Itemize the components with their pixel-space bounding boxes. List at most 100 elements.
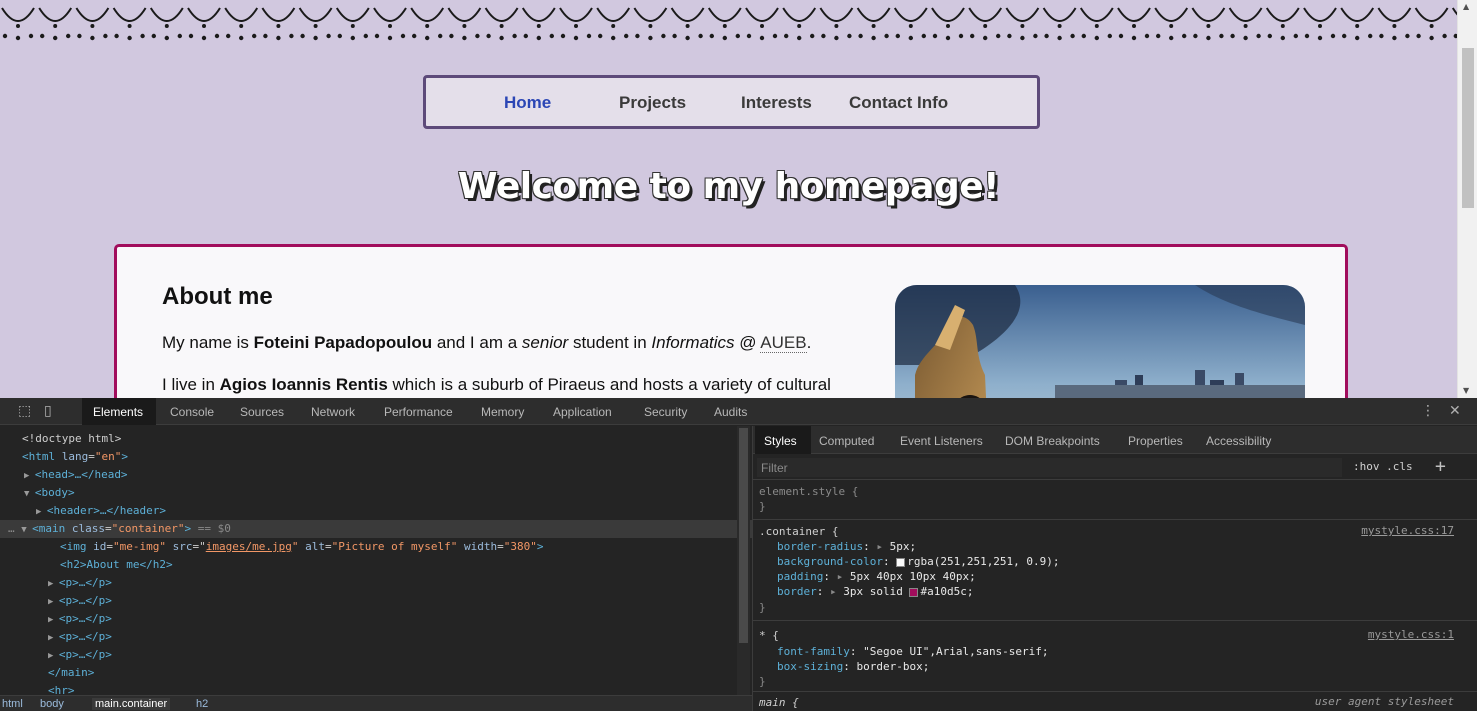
tab-security[interactable]: Security — [644, 405, 687, 419]
page-scrollbar[interactable]: ▲ ▼ — [1457, 0, 1477, 398]
dom-node-main[interactable]: … ▼ <main class="container"> == $0 — [8, 520, 231, 538]
color-swatch-icon[interactable] — [896, 557, 906, 567]
styles-filter-input[interactable] — [757, 458, 1342, 477]
scallop-arc — [1265, 7, 1300, 22]
dom-node-header[interactable]: ▶ <header>…</header> — [36, 502, 166, 520]
breadcrumb-body[interactable]: body — [40, 698, 64, 710]
decl-box-sizing[interactable]: box-sizing: border-box; — [777, 659, 929, 674]
scroll-down-arrow-icon[interactable]: ▼ — [1463, 386, 1469, 395]
decl-font-family[interactable]: font-family: "Segoe UI",Arial,sans-serif… — [777, 644, 1049, 659]
scallop-dot — [709, 33, 714, 39]
expand-triangle-icon[interactable]: ▸ — [830, 585, 837, 598]
decl-padding[interactable]: padding: ▸ 5px 40px 10px 40px; — [777, 569, 976, 584]
tab-dom-breakpoints[interactable]: DOM Breakpoints — [1005, 434, 1100, 448]
scallop-arc — [75, 7, 110, 22]
scallop-dot — [1416, 33, 1421, 39]
elements-scrollbar[interactable] — [737, 426, 750, 696]
breadcrumb-main-container[interactable]: main.container — [92, 698, 171, 710]
tab-computed[interactable]: Computed — [819, 434, 874, 448]
scallop-dot — [847, 33, 852, 39]
decl-border[interactable]: border: ▸ 3px solid #a10d5c; — [777, 584, 973, 599]
collapse-triangle-icon[interactable]: ▼ — [21, 525, 32, 535]
tab-application[interactable]: Application — [553, 405, 612, 419]
expand-triangle-icon[interactable]: ▸ — [837, 570, 844, 583]
dom-node-main-close[interactable]: </main> — [48, 664, 94, 682]
selector-main[interactable]: main { — [759, 695, 799, 710]
expand-triangle-icon[interactable]: ▶ — [48, 615, 59, 625]
expand-triangle-icon[interactable]: ▶ — [48, 651, 59, 661]
collapse-triangle-icon[interactable]: ▼ — [24, 489, 35, 499]
selector-element-style[interactable]: element.style { — [759, 484, 858, 499]
nav-link-home[interactable]: Home — [504, 93, 551, 113]
dom-node-head[interactable]: ▶ <head>…</head> — [24, 466, 128, 484]
tab-audits[interactable]: Audits — [714, 405, 747, 419]
more-options-icon[interactable]: ⋮ — [1421, 403, 1435, 419]
dom-node-p[interactable]: ▶ <p>…</p> — [48, 592, 112, 610]
nav-link-projects[interactable]: Projects — [619, 93, 686, 113]
tab-accessibility[interactable]: Accessibility — [1206, 434, 1271, 448]
close-icon[interactable]: ✕ — [1449, 403, 1461, 419]
scallop-dot — [90, 35, 95, 41]
source-link-mystyle-17[interactable]: mystyle.css:17 — [1361, 524, 1454, 537]
elements-scrollbar-thumb[interactable] — [739, 428, 748, 643]
dom-node-p[interactable]: ▶ <p>…</p> — [48, 628, 112, 646]
selector-universal[interactable]: * { — [759, 628, 779, 643]
dom-node-html[interactable]: <html lang="en"> — [22, 448, 128, 466]
scallop-dot — [202, 24, 206, 28]
tab-memory[interactable]: Memory — [481, 405, 524, 419]
dom-node-h2[interactable]: <h2>About me</h2> — [60, 556, 173, 574]
scallop-dot — [1132, 24, 1136, 28]
closing-brace: } — [759, 675, 766, 688]
scallop-dot — [1020, 24, 1025, 28]
tab-console[interactable]: Console — [170, 405, 214, 419]
tab-styles[interactable]: Styles — [764, 434, 797, 448]
dom-node-hr[interactable]: <hr> — [48, 682, 75, 696]
img-src-link[interactable]: images/me.jpg — [206, 540, 292, 553]
scallop-dot — [1317, 35, 1323, 41]
attr-name: id — [93, 540, 107, 553]
tab-sources[interactable]: Sources — [240, 405, 284, 419]
expand-triangle-icon[interactable]: ▶ — [48, 597, 59, 607]
scallop-dot — [945, 35, 951, 41]
dom-node-img[interactable]: <img id="me-img" src="images/me.jpg" alt… — [60, 538, 544, 556]
color-swatch-icon[interactable] — [909, 587, 919, 597]
page-scrollbar-thumb[interactable] — [1462, 48, 1474, 208]
expand-triangle-icon[interactable]: ▶ — [48, 579, 59, 589]
expand-triangle-icon[interactable]: ▶ — [24, 471, 35, 481]
decl-background-color[interactable]: background-color: rgba(251,251,251, 0.9)… — [777, 554, 1060, 569]
dom-node-p[interactable]: ▶ <p>…</p> — [48, 574, 112, 592]
p1-university-abbr[interactable]: AUEB — [760, 333, 807, 353]
breadcrumb-html[interactable]: html — [2, 698, 23, 710]
breadcrumb-h2[interactable]: h2 — [196, 698, 208, 710]
attr-name: lang — [61, 450, 89, 463]
decl-border-radius[interactable]: border-radius: ▸ 5px; — [777, 539, 916, 554]
nav-link-contact-info[interactable]: Contact Info — [849, 93, 948, 113]
expand-triangle-icon[interactable]: ▶ — [48, 633, 59, 643]
source-link-mystyle-1[interactable]: mystyle.css:1 — [1368, 628, 1454, 641]
nav-link-interests[interactable]: Interests — [741, 93, 812, 113]
scallop-arc — [856, 7, 891, 22]
dom-node-doctype[interactable]: <!doctype html> — [22, 430, 121, 448]
scroll-up-arrow-icon[interactable]: ▲ — [1463, 2, 1469, 11]
scallop-dot — [1280, 24, 1285, 28]
scallop-dot — [164, 35, 169, 41]
scallop-arc — [707, 7, 742, 22]
tab-properties[interactable]: Properties — [1128, 434, 1183, 448]
tab-network[interactable]: Network — [311, 405, 355, 419]
expand-triangle-icon[interactable]: ▶ — [36, 507, 47, 517]
dom-node-p[interactable]: ▶ <p>…</p> — [48, 646, 112, 664]
tab-elements[interactable]: Elements — [93, 405, 143, 419]
tab-event-listeners[interactable]: Event Listeners — [900, 434, 983, 448]
dom-node-body[interactable]: ▼ <body> — [24, 484, 75, 502]
prop-name: box-sizing — [777, 660, 844, 673]
add-rule-plus-icon[interactable]: + — [1435, 456, 1446, 477]
selector-container[interactable]: .container { — [759, 524, 838, 539]
dom-node-p[interactable]: ▶ <p>…</p> — [48, 610, 112, 628]
inspect-element-icon[interactable]: ⬚ — [18, 403, 31, 419]
ellipsis-icon[interactable]: … — [8, 522, 21, 535]
hov-cls-toggle[interactable]: :hov .cls — [1353, 460, 1413, 473]
tab-performance[interactable]: Performance — [384, 405, 453, 419]
prop-value: 5px; — [889, 540, 917, 553]
device-toolbar-icon[interactable]: ▯ — [44, 403, 52, 419]
expand-triangle-icon[interactable]: ▸ — [876, 540, 883, 553]
